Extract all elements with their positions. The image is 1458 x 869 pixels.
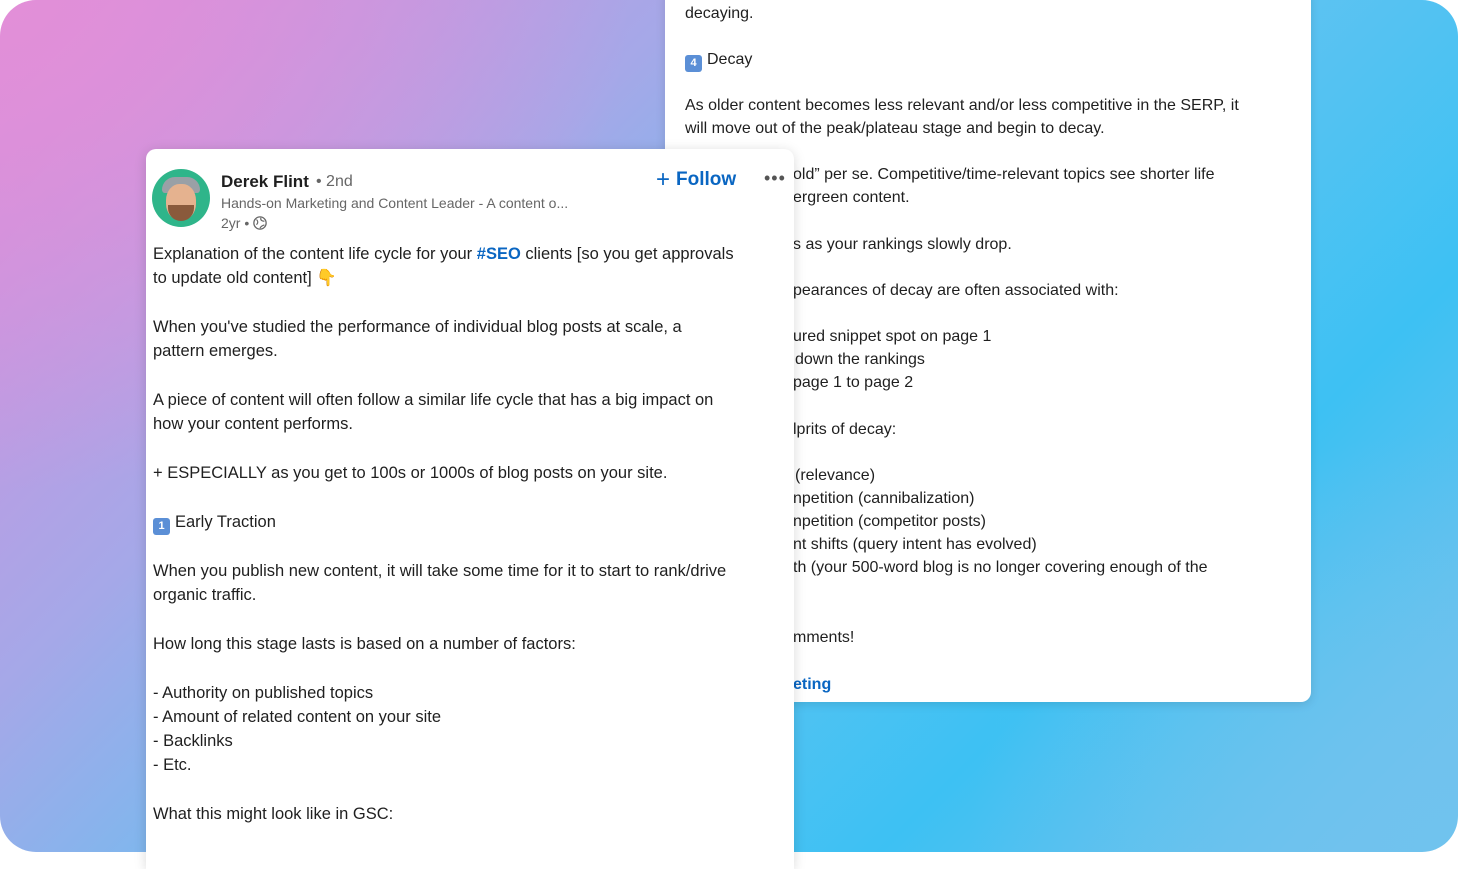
post-text-line: + ESPECIALLY as you get to 100s or 1000s…	[153, 464, 668, 482]
post-text-line: Explanation of the content life cycle fo…	[153, 245, 734, 263]
keycap-1-icon: 1	[153, 518, 170, 535]
post-text-line: What this might look like in GSC:	[153, 805, 394, 823]
post-text-line: npetition (competitor posts)	[793, 513, 986, 530]
post-text-line: 4 Decay	[685, 48, 752, 72]
more-options-icon[interactable]: •••	[764, 168, 786, 189]
list-item: - Amount of related content on your site	[153, 708, 442, 726]
post-text-line: s as your rankings slowly drop.	[793, 236, 1012, 253]
post-text-line: down the rankings	[795, 351, 925, 368]
post-text-line: nt shifts (query intent has evolved)	[793, 536, 1037, 553]
list-item: - Etc.	[153, 756, 192, 774]
hashtag-link[interactable]: eting	[793, 673, 831, 696]
follow-button[interactable]: + Follow	[656, 168, 736, 192]
post-text-line: (relevance)	[795, 467, 876, 484]
keycap-4-icon: 4	[685, 55, 702, 72]
post-text-line: will move out of the peak/plateau stage …	[685, 120, 1105, 137]
post-text-line: ured snippet spot on page 1	[793, 328, 992, 345]
post-text-line: page 1 to page 2	[793, 374, 914, 391]
post-text-line: old” per se. Competitive/time-relevant t…	[793, 166, 1215, 183]
post-time: 2yr •	[221, 215, 250, 231]
author-name[interactable]: Derek Flint	[221, 172, 309, 192]
post-text-line: decaying.	[685, 5, 754, 22]
post-text-line: A piece of content will often follow a s…	[153, 391, 714, 409]
post-text-line: 1 Early Traction	[153, 511, 276, 535]
post-meta: 2yr •	[221, 215, 268, 231]
post-card: Derek Flint • 2nd Hands-on Marketing and…	[146, 149, 794, 869]
post-text-line: pearances of decay are often associated …	[793, 282, 1119, 299]
post-text-line: When you publish new content, it will ta…	[153, 562, 727, 580]
post-text-line: organic traffic.	[153, 586, 257, 604]
post-text-line: lprits of decay:	[793, 421, 897, 438]
avatar[interactable]	[152, 169, 210, 227]
post-text-line: As older content becomes less relevant a…	[685, 97, 1239, 114]
post-text-line: how your content performs.	[153, 415, 353, 433]
post-text-line: th (your 500-word blog is no longer cove…	[793, 559, 1208, 576]
post-text-line: npetition (cannibalization)	[793, 490, 975, 507]
hashtag-link[interactable]: #SEO	[477, 245, 521, 263]
post-text-line: ergreen content.	[793, 189, 910, 206]
post-text-line: to update old content] 👇	[153, 269, 337, 287]
connection-degree: • 2nd	[316, 173, 353, 190]
globe-icon	[253, 216, 268, 230]
author-headline: Hands-on Marketing and Content Leader - …	[221, 195, 569, 211]
post-text-line: How long this stage lasts is based on a …	[153, 635, 576, 653]
list-item: - Authority on published topics	[153, 684, 374, 702]
list-item: - Backlinks	[153, 732, 233, 750]
plus-icon: +	[656, 166, 671, 193]
post-text-line: When you've studied the performance of i…	[153, 318, 682, 336]
post-text-line: pattern emerges.	[153, 342, 278, 360]
post-text-line: mments!	[793, 629, 855, 646]
